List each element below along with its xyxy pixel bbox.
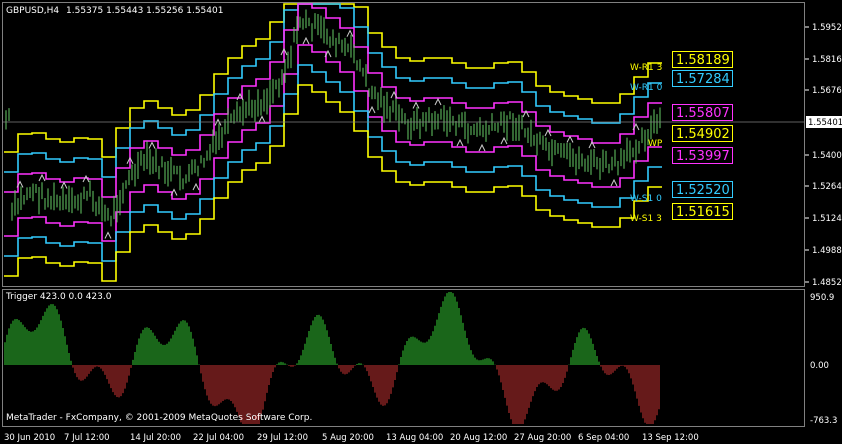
time-tick: 5 Aug 20:00	[322, 433, 374, 443]
price-tick: 1.59520	[812, 23, 842, 33]
signal-arrow	[104, 231, 112, 239]
signal-arrow	[60, 181, 68, 189]
price-axis: 1.59520 1.58160 1.56760 1.55401 1.54000 …	[805, 23, 842, 288]
signal-arrow	[610, 178, 618, 187]
level-value: 1.58189	[676, 53, 730, 68]
signal-arrow	[148, 141, 156, 149]
time-tick: 27 Aug 20:00	[514, 433, 571, 443]
time-tick: 6 Sep 04:00	[578, 433, 629, 443]
level-value: 1.54902	[676, 127, 730, 142]
signal-arrow	[434, 97, 442, 106]
time-tick: 13 Sep 12:00	[642, 433, 699, 443]
chart-window[interactable]: GBPUSD,H4 1.55375 1.55443 1.55256 1.5540…	[0, 0, 842, 444]
time-tick: 22 Jul 04:00	[193, 433, 244, 443]
price-tick: 1.56760	[812, 86, 842, 96]
signal-arrow	[214, 118, 222, 126]
price-tick: 1.49880	[812, 246, 842, 256]
trigger-histogram	[4, 292, 660, 424]
signal-arrow	[346, 29, 354, 37]
level-value: 1.57284	[676, 72, 730, 87]
level-value: 1.53997	[676, 149, 730, 164]
signal-arrow	[566, 135, 574, 143]
indicator-tick: -763.3	[810, 416, 837, 426]
indicator-axis: 950.9 0.00 -763.3	[810, 293, 837, 426]
price-candles	[5, 9, 661, 227]
time-tick: 30 Jun 2010	[4, 433, 55, 443]
price-tick: 1.51240	[812, 214, 842, 224]
level-label: W-S1 0	[630, 194, 662, 204]
time-tick: 14 Jul 20:00	[130, 433, 181, 443]
signal-arrow	[302, 36, 310, 45]
time-axis: 30 Jun 2010 7 Jul 12:00 14 Jul 20:00 22 …	[4, 433, 699, 443]
price-tick: 1.54000	[812, 151, 842, 161]
time-tick: 29 Jul 12:00	[257, 433, 308, 443]
level-value: 1.52520	[676, 183, 730, 198]
signal-arrow	[456, 138, 464, 147]
level-label: W-S1 3	[630, 214, 662, 224]
level-value: 1.55807	[676, 106, 730, 121]
indicator-title: Trigger 423.0 0.0 423.0	[5, 292, 112, 302]
symbol-label: GBPUSD,H4	[6, 6, 59, 16]
signal-arrow	[412, 101, 420, 109]
main-chart-frame	[2, 2, 805, 287]
indicator-tick: 0.00	[810, 361, 829, 371]
indicator-tick: 950.9	[810, 293, 834, 303]
time-tick: 13 Aug 04:00	[386, 433, 443, 443]
signal-arrow	[368, 105, 376, 114]
price-tick: 1.52640	[812, 182, 842, 192]
time-tick: 7 Jul 12:00	[64, 433, 110, 443]
level-value: 1.51615	[676, 205, 730, 220]
copyright-text: MetaTrader - FxCompany, © 2001-2009 Meta…	[6, 413, 312, 423]
price-tick: 1.48520	[812, 278, 842, 288]
level-label: W-R1 3	[630, 63, 662, 73]
time-tick: 20 Aug 12:00	[450, 433, 507, 443]
signal-arrow	[478, 143, 486, 152]
level-label: W-R1 0	[630, 83, 663, 93]
signal-arrow	[192, 182, 200, 191]
ohlc-readout: 1.55375 1.55443 1.55256 1.55401	[66, 6, 223, 16]
price-tick: 1.58160	[812, 55, 842, 65]
level-label: WP	[648, 139, 663, 149]
signal-arrow	[38, 173, 46, 182]
signal-arrow	[500, 136, 508, 145]
current-price-label: 1.55401	[808, 118, 842, 128]
